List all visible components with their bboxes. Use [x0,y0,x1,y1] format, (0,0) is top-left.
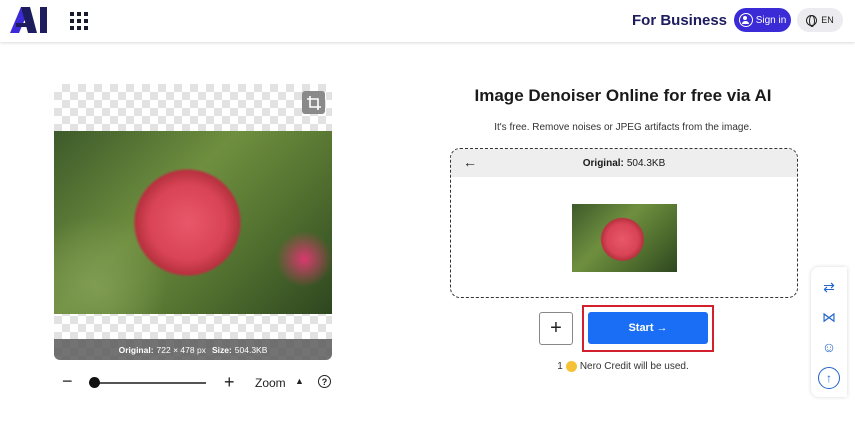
zoom-in-button[interactable]: + [224,372,235,393]
upload-original-value: 504.3KB [626,157,666,169]
zoom-out-button[interactable]: − [62,372,76,391]
credit-text: Nero Credit will be used. [579,361,689,372]
original-dimensions: 722 × 478 px [156,344,206,355]
apps-grid-icon[interactable] [70,12,88,30]
side-toolbar: ⇄ ⋈ ☺ ↑ [811,267,847,397]
language-button[interactable]: EN [797,8,843,32]
uploaded-thumbnail [572,204,677,272]
start-button[interactable]: Start → [588,312,708,344]
globe-icon [806,14,818,27]
start-highlight: Start → [582,305,714,352]
upload-area[interactable]: ← Original: 504.3KB [450,148,798,298]
sign-in-button[interactable]: Sign in [734,8,791,32]
zoom-label[interactable]: Zoom [255,376,286,390]
upload-header: ← Original: 504.3KB [451,149,797,177]
language-label: EN [821,15,834,25]
bot-icon[interactable]: ☺ [819,337,839,357]
size-value: 504.3KB [234,344,268,355]
for-business-link[interactable]: For Business [632,12,727,29]
zoom-slider-thumb[interactable] [89,377,100,388]
size-label: Size: [211,344,232,355]
coin-icon [565,361,577,372]
zoom-caret-icon[interactable]: ▲ [295,376,304,386]
original-label: Original: [118,344,154,355]
page-subtitle: It's free. Remove noises or JPEG artifac… [494,122,752,133]
share-icon[interactable]: ⋈ [819,307,839,327]
compare-tool-icon[interactable]: ⇄ [819,277,839,297]
help-icon[interactable]: ? [318,375,331,388]
image-info-bar: Original: 722 × 478 px Size: 504.3KB [54,339,332,360]
top-header: For Business Sign in EN [0,0,855,42]
crop-button[interactable] [302,91,325,114]
upload-original-label: Original: [582,157,624,169]
preview-photo [54,131,332,314]
page-title: Image Denoiser Online for free via AI [474,86,772,105]
zoom-controls: − + Zoom ▲ ? [62,372,342,393]
ai-logo-icon[interactable] [10,7,48,33]
zoom-slider-track[interactable] [90,382,206,384]
sign-in-label: Sign in [755,14,787,26]
user-icon [738,13,753,27]
image-preview [54,84,332,360]
back-arrow-icon[interactable]: ← [463,154,477,170]
credit-note: 1 Nero Credit will be used. [450,361,796,372]
scroll-top-icon[interactable]: ↑ [818,367,840,389]
crop-icon [306,95,321,110]
add-image-button[interactable]: + [539,312,573,345]
credit-count: 1 [557,361,563,372]
